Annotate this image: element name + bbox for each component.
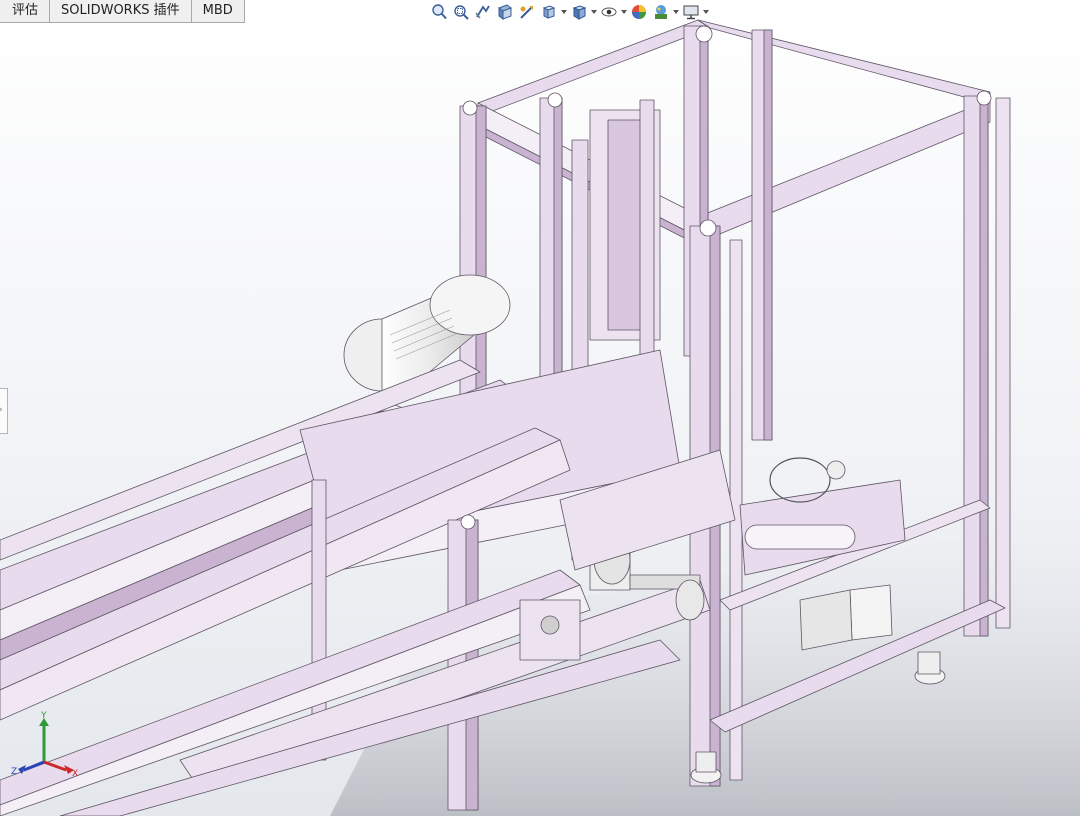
section-view-icon bbox=[497, 4, 513, 20]
view-settings-dropdown[interactable] bbox=[702, 1, 710, 23]
zoom-to-fit-button[interactable] bbox=[428, 1, 450, 23]
graphics-area[interactable] bbox=[0, 0, 1080, 816]
tab-evaluate[interactable]: 评估 bbox=[0, 0, 51, 23]
x-axis bbox=[43, 760, 67, 772]
apply-scene-button[interactable] bbox=[650, 1, 672, 23]
chevron-down-icon bbox=[591, 10, 597, 14]
view-settings-button[interactable] bbox=[680, 1, 702, 23]
model-view[interactable] bbox=[0, 0, 1080, 816]
command-manager-tabs: 评估 SOLIDWORKS 插件 MBD bbox=[0, 0, 245, 24]
edit-appearance-icon bbox=[632, 5, 646, 19]
hide-show-items-icon bbox=[601, 7, 617, 17]
display-style-button[interactable] bbox=[568, 1, 590, 23]
chevron-down-icon bbox=[673, 10, 679, 14]
view-orientation-icon bbox=[542, 5, 556, 19]
section-view-button[interactable] bbox=[494, 1, 516, 23]
edit-appearance-button[interactable] bbox=[628, 1, 650, 23]
tab-solidworks-addins[interactable]: SOLIDWORKS 插件 bbox=[50, 0, 192, 23]
tab-mbd[interactable]: MBD bbox=[191, 0, 245, 23]
z-axis-label: Z bbox=[11, 767, 17, 777]
apply-scene-icon bbox=[655, 5, 667, 19]
heads-up-view-toolbar bbox=[428, 1, 710, 23]
previous-view-button[interactable] bbox=[472, 1, 494, 23]
feature-manager-flyout-tab[interactable]: › bbox=[0, 388, 8, 434]
zoom-to-area-icon bbox=[454, 5, 469, 20]
chevron-down-icon bbox=[703, 10, 709, 14]
y-axis-label: Y bbox=[40, 711, 47, 721]
x-axis-label: X bbox=[72, 769, 78, 779]
apply-scene-dropdown[interactable] bbox=[672, 1, 680, 23]
hide-show-items-dropdown[interactable] bbox=[620, 1, 628, 23]
view-settings-icon bbox=[683, 5, 699, 20]
previous-view-icon bbox=[475, 5, 490, 19]
display-style-dropdown[interactable] bbox=[590, 1, 598, 23]
hide-show-items-button[interactable] bbox=[598, 1, 620, 23]
chevron-down-icon bbox=[621, 10, 627, 14]
z-axis bbox=[23, 760, 45, 772]
dynamic-annotation-button[interactable] bbox=[516, 1, 538, 23]
chevron-right-icon: › bbox=[0, 405, 3, 415]
zoom-to-area-button[interactable] bbox=[450, 1, 472, 23]
dynamic-annotation-icon bbox=[520, 6, 533, 19]
display-style-icon bbox=[572, 5, 587, 20]
view-orientation-button[interactable] bbox=[538, 1, 560, 23]
chevron-down-icon bbox=[561, 10, 567, 14]
reference-triad: Y X Z bbox=[8, 710, 84, 782]
view-orientation-dropdown[interactable] bbox=[560, 1, 568, 23]
zoom-to-fit-icon bbox=[432, 4, 447, 20]
